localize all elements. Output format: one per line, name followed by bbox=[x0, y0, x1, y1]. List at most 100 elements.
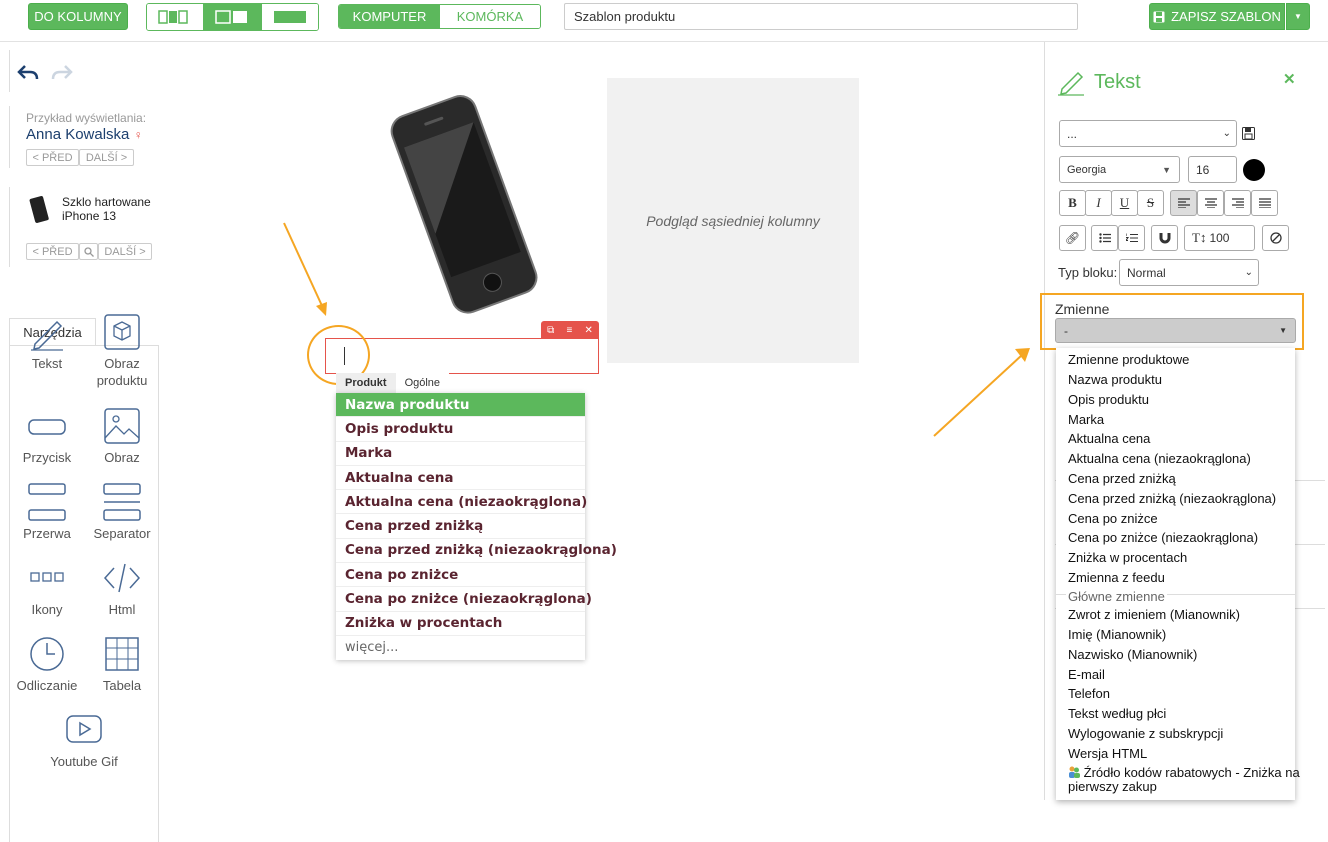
clock-icon bbox=[30, 637, 64, 671]
tool-separator[interactable]: Separator bbox=[87, 482, 157, 542]
list-item[interactable]: Imię (Mianownik) bbox=[1068, 627, 1166, 642]
close-panel-icon[interactable]: ✕ bbox=[1283, 70, 1296, 88]
list-item[interactable]: Cena po zniżce (niezaokrąglona) bbox=[336, 587, 592, 612]
list-item[interactable]: Marka bbox=[336, 442, 585, 466]
tool-countdown[interactable]: Odliczanie bbox=[12, 634, 82, 694]
product-image[interactable] bbox=[380, 82, 550, 327]
align-center-button[interactable] bbox=[1197, 190, 1224, 216]
tool-text[interactable]: Tekst bbox=[12, 312, 82, 372]
people-icon bbox=[1069, 766, 1080, 778]
block-type-select[interactable]: Normal ⌄ bbox=[1119, 259, 1259, 286]
duplicate-icon[interactable]: ⧉ bbox=[547, 325, 554, 336]
variables-select[interactable]: - ▼ bbox=[1055, 318, 1296, 343]
top-toolbar: DO KOLUMNY KOMPUTER KOMÓRKA Szablon prod… bbox=[0, 0, 1328, 42]
list-item[interactable]: Zmienna z feedu bbox=[1068, 570, 1165, 585]
more-variables-link[interactable]: więcej... bbox=[336, 636, 585, 660]
list-item[interactable]: Cena przed zniżką bbox=[1068, 471, 1176, 486]
tab-general[interactable]: Ogólne bbox=[396, 373, 449, 393]
tool-table[interactable]: Tabela bbox=[87, 634, 157, 694]
close-icon[interactable]: ✕ bbox=[584, 325, 592, 336]
three-columns-icon bbox=[158, 10, 188, 24]
preview-customer-name: Anna Kowalska ♀ bbox=[26, 126, 143, 143]
bullet-list-button[interactable] bbox=[1091, 225, 1118, 251]
next-customer-button[interactable]: DALŠÍ > bbox=[79, 149, 134, 166]
redo-icon[interactable] bbox=[51, 63, 73, 83]
device-cell-button[interactable]: KOMÓRKA bbox=[440, 5, 540, 28]
product-name-line1: Szklo hartowane bbox=[62, 195, 151, 209]
list-item[interactable]: Aktualna cena (niezaokrąglona) bbox=[336, 490, 587, 515]
list-item[interactable]: Cena po zniżce (niezaokrąglona) bbox=[1068, 530, 1258, 545]
save-options-dropdown-button[interactable]: ▼ bbox=[1286, 3, 1310, 30]
layout-two-columns-button[interactable] bbox=[204, 4, 262, 30]
list-item[interactable]: Cena przed zniżką bbox=[336, 514, 585, 539]
tool-spacer[interactable]: Przerwa bbox=[12, 482, 82, 542]
layout-one-column-button[interactable] bbox=[261, 4, 318, 30]
align-left-button[interactable] bbox=[1170, 190, 1197, 216]
next-product-button[interactable]: DALŠÍ > bbox=[98, 243, 152, 260]
tool-product-image[interactable]: Obraz produktu bbox=[87, 312, 157, 389]
tool-image[interactable]: Obraz bbox=[87, 406, 157, 466]
save-template-button[interactable]: ZAPISZ SZABLON bbox=[1149, 3, 1285, 30]
link-button[interactable]: 🔗︎ bbox=[1059, 225, 1086, 251]
list-item[interactable]: Cena po zniżce bbox=[1068, 511, 1158, 526]
save-style-icon[interactable] bbox=[1242, 127, 1255, 140]
list-item[interactable]: Aktualna cena bbox=[1068, 431, 1150, 446]
font-color-picker[interactable] bbox=[1243, 159, 1265, 181]
list-item[interactable]: Tekst według płci bbox=[1068, 706, 1166, 721]
template-name-input[interactable]: Szablon produktu bbox=[564, 3, 1078, 30]
list-item[interactable]: Zniżka w procentach bbox=[336, 612, 585, 636]
divider bbox=[9, 50, 10, 92]
strikethrough-button[interactable]: S bbox=[1137, 190, 1164, 216]
tool-youtube-gif[interactable]: Youtube Gif bbox=[49, 710, 119, 770]
font-family-select[interactable]: Georgia ▼ bbox=[1059, 156, 1180, 183]
list-item[interactable]: Zmienne produktowe bbox=[1068, 352, 1189, 367]
list-item[interactable]: Zniżka w procentach bbox=[1068, 550, 1187, 565]
prev-customer-button[interactable]: < PŘED bbox=[26, 149, 79, 166]
list-item[interactable]: Aktualna cena bbox=[336, 466, 585, 491]
device-computer-button[interactable]: KOMPUTER bbox=[339, 5, 440, 28]
search-icon bbox=[83, 246, 94, 257]
magnet-button[interactable] bbox=[1151, 225, 1178, 251]
numbered-list-button[interactable] bbox=[1118, 225, 1145, 251]
list-item[interactable]: Aktualna cena (niezaokrąglona) bbox=[1068, 451, 1251, 466]
clear-format-button[interactable] bbox=[1262, 225, 1289, 251]
tab-product[interactable]: Produkt bbox=[336, 373, 396, 393]
font-family-value: Georgia bbox=[1067, 163, 1107, 176]
bold-button[interactable]: B bbox=[1059, 190, 1086, 216]
list-item[interactable]: Cena przed zniżką (niezaokrąglona) bbox=[1068, 491, 1276, 506]
tool-html[interactable]: Html bbox=[87, 558, 157, 618]
tool-label: Przerwa bbox=[23, 526, 71, 541]
list-item[interactable]: E-mail bbox=[1068, 667, 1105, 682]
align-right-button[interactable] bbox=[1224, 190, 1251, 216]
to-columns-button[interactable]: DO KOLUMNY bbox=[28, 3, 128, 30]
line-height-input[interactable]: T↕ 100 bbox=[1184, 225, 1255, 251]
list-item[interactable]: Wersja HTML bbox=[1068, 746, 1147, 761]
button-icon bbox=[28, 419, 66, 435]
tool-icons[interactable]: Ikony bbox=[12, 558, 82, 618]
search-product-button[interactable] bbox=[79, 243, 98, 260]
list-item-discount-source[interactable]: Źródło kodów rabatowych - Zniżka na pier… bbox=[1068, 766, 1300, 794]
list-item[interactable]: Nazwisko (Mianownik) bbox=[1068, 647, 1197, 662]
list-item[interactable]: Nazwa produktu bbox=[1068, 372, 1162, 387]
list-item[interactable]: Opis produktu bbox=[336, 417, 585, 442]
list-item[interactable]: Marka bbox=[1068, 412, 1104, 427]
align-justify-button[interactable] bbox=[1251, 190, 1278, 216]
menu-icon[interactable]: ≡ bbox=[566, 325, 572, 336]
list-item[interactable]: Opis produktu bbox=[1068, 392, 1149, 407]
underline-button[interactable]: U bbox=[1111, 190, 1138, 216]
tool-label: Przycisk bbox=[22, 450, 72, 465]
tool-button[interactable]: Przycisk bbox=[12, 406, 82, 466]
list-item[interactable]: Wylogowanie z subskrypcji bbox=[1068, 726, 1223, 741]
list-item[interactable]: Telefon bbox=[1068, 686, 1110, 701]
italic-button[interactable]: I bbox=[1085, 190, 1112, 216]
undo-icon[interactable] bbox=[17, 63, 39, 83]
list-item[interactable]: Cena po zniżce bbox=[336, 563, 585, 588]
prev-product-button[interactable]: < PŘED bbox=[26, 243, 79, 260]
list-item[interactable]: Cena przed zniżką (niezaokrąglona) bbox=[336, 539, 617, 564]
discount-source-line1: Źródło kodów rabatowych - Zniżka na bbox=[1083, 765, 1300, 780]
list-item[interactable]: Nazwa produktu bbox=[336, 393, 585, 418]
font-size-input[interactable]: 16 bbox=[1188, 156, 1237, 183]
list-item[interactable]: Zwrot z imieniem (Mianownik) bbox=[1068, 607, 1240, 622]
text-style-select[interactable]: ... ⌄ bbox=[1059, 120, 1237, 147]
layout-three-columns-button[interactable] bbox=[147, 4, 205, 30]
